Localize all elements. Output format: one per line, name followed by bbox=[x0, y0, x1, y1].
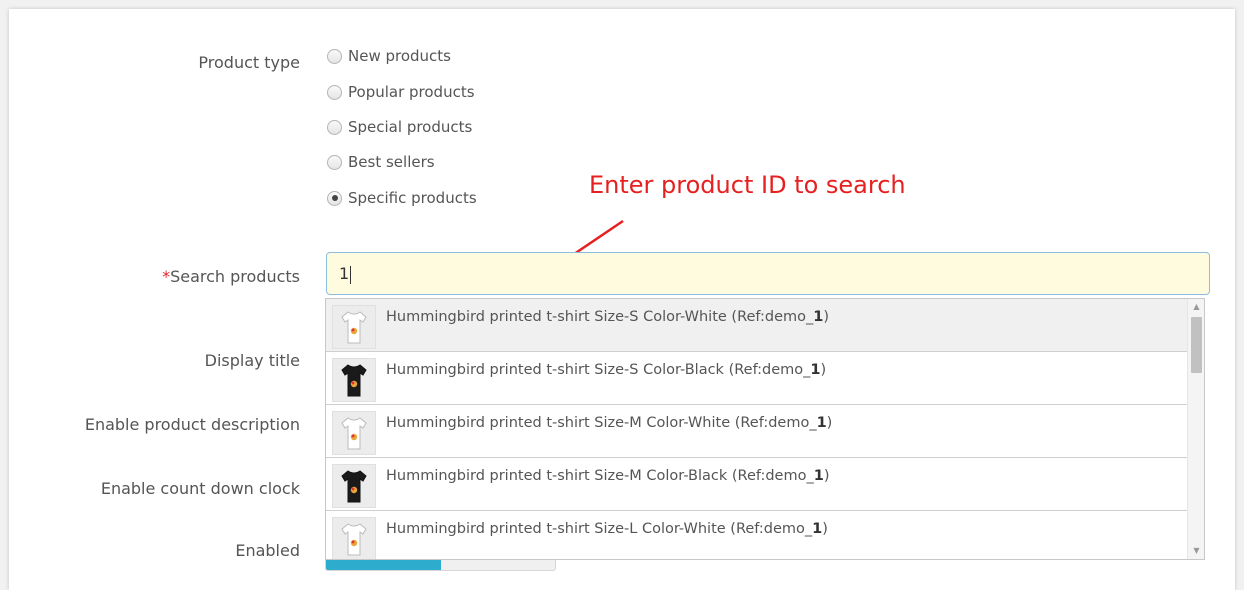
search-result-label: Hummingbird printed t-shirt Size-S Color… bbox=[386, 309, 830, 325]
radio-icon[interactable] bbox=[327, 154, 342, 170]
radio-specific-products[interactable]: Specific products bbox=[327, 187, 477, 209]
text-caret bbox=[350, 265, 352, 284]
annotation-callout: Enter product ID to search bbox=[589, 171, 906, 199]
dropdown-scrollbar[interactable]: ▲ ▼ bbox=[1187, 299, 1204, 559]
radio-new-products[interactable]: New products bbox=[327, 45, 451, 67]
radio-icon-checked[interactable] bbox=[327, 190, 342, 206]
tshirt-icon bbox=[332, 411, 376, 455]
search-products-label-text: Search products bbox=[170, 267, 300, 286]
radio-label: Best sellers bbox=[348, 153, 435, 171]
enable-description-label: Enable product description bbox=[84, 415, 300, 434]
scroll-up-arrow-icon[interactable]: ▲ bbox=[1188, 299, 1204, 315]
enabled-toggle[interactable] bbox=[325, 559, 556, 571]
enabled-label: Enabled bbox=[235, 541, 300, 560]
tshirt-icon bbox=[332, 358, 376, 402]
search-result-item[interactable]: Hummingbird printed t-shirt Size-S Color… bbox=[326, 299, 1188, 352]
radio-label: Popular products bbox=[348, 83, 475, 101]
tshirt-icon bbox=[332, 305, 376, 349]
scroll-down-arrow-icon[interactable]: ▼ bbox=[1188, 543, 1204, 559]
search-products-label: *Search products bbox=[162, 267, 300, 286]
toggle-on-segment[interactable] bbox=[326, 559, 441, 570]
search-result-label: Hummingbird printed t-shirt Size-M Color… bbox=[386, 415, 833, 431]
search-result-label: Hummingbird printed t-shirt Size-S Color… bbox=[386, 362, 827, 378]
search-products-input[interactable]: 1 bbox=[326, 252, 1210, 295]
radio-icon[interactable] bbox=[327, 119, 342, 135]
search-result-item[interactable]: Hummingbird printed t-shirt Size-M Color… bbox=[326, 458, 1188, 511]
required-asterisk: * bbox=[162, 267, 171, 286]
radio-icon[interactable] bbox=[327, 84, 342, 100]
radio-best-sellers[interactable]: Best sellers bbox=[327, 151, 435, 173]
product-type-label: Product type bbox=[198, 53, 300, 72]
search-results-list: Hummingbird printed t-shirt Size-S Color… bbox=[326, 299, 1188, 559]
search-result-item[interactable]: Hummingbird printed t-shirt Size-L Color… bbox=[326, 511, 1188, 559]
radio-special-products[interactable]: Special products bbox=[327, 116, 472, 138]
search-results-dropdown: Hummingbird printed t-shirt Size-S Color… bbox=[325, 298, 1205, 560]
enable-countdown-label: Enable count down clock bbox=[100, 479, 300, 498]
radio-popular-products[interactable]: Popular products bbox=[327, 81, 475, 103]
tshirt-icon bbox=[332, 517, 376, 559]
module-config-panel: Product type New products Popular produc… bbox=[9, 9, 1235, 590]
radio-label: New products bbox=[348, 47, 451, 65]
radio-label: Specific products bbox=[348, 189, 477, 207]
tshirt-icon bbox=[332, 464, 376, 508]
search-result-item[interactable]: Hummingbird printed t-shirt Size-S Color… bbox=[326, 352, 1188, 405]
search-input-value: 1 bbox=[339, 264, 350, 283]
radio-icon[interactable] bbox=[327, 48, 342, 64]
search-result-label: Hummingbird printed t-shirt Size-L Color… bbox=[386, 521, 828, 537]
search-result-label: Hummingbird printed t-shirt Size-M Color… bbox=[386, 468, 830, 484]
search-result-item[interactable]: Hummingbird printed t-shirt Size-M Color… bbox=[326, 405, 1188, 458]
radio-label: Special products bbox=[348, 118, 473, 136]
display-title-label: Display title bbox=[204, 351, 300, 370]
scrollbar-thumb[interactable] bbox=[1191, 317, 1202, 373]
